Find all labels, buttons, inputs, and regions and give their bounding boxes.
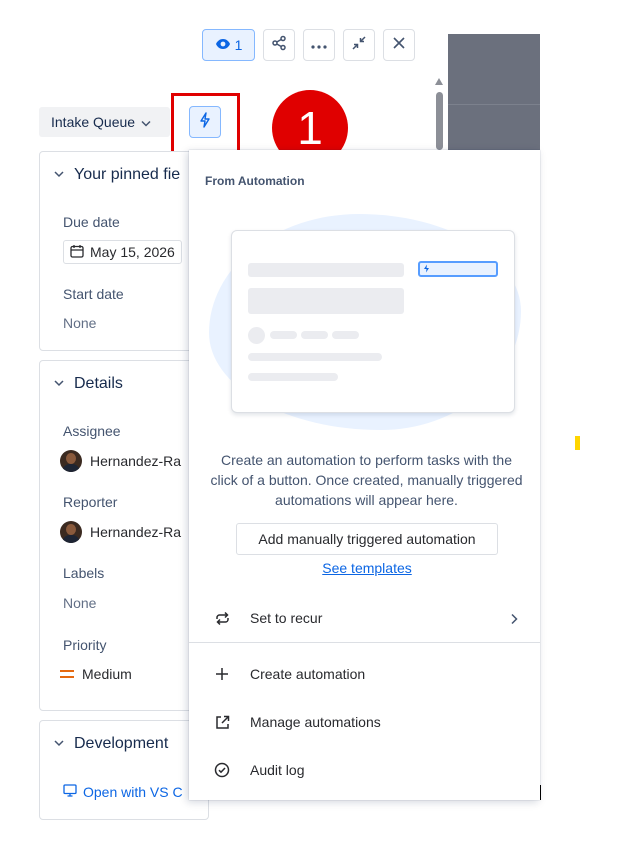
pinned-fields-panel: Your pinned fie Due date May 15, 2026 St… (39, 151, 209, 351)
development-panel: Development Open with VS C (39, 720, 209, 820)
highlight-box (171, 93, 240, 154)
scroll-thumb[interactable] (436, 92, 443, 150)
scrollbar[interactable] (433, 78, 445, 150)
background-panel (448, 34, 540, 150)
plus-icon (213, 665, 231, 683)
avatar (60, 521, 82, 543)
priority-medium-icon (60, 670, 74, 678)
menu-divider (189, 642, 540, 643)
priority-field[interactable]: Medium (60, 666, 132, 682)
priority-label: Priority (63, 637, 107, 653)
queue-dropdown[interactable]: Intake Queue (39, 107, 170, 137)
start-date-value[interactable]: None (63, 315, 96, 331)
close-button[interactable] (383, 29, 415, 61)
details-title: Details (74, 375, 123, 392)
more-button[interactable] (303, 29, 335, 61)
chevron-down-icon (141, 114, 151, 130)
scroll-up-arrow[interactable] (435, 78, 443, 85)
eye-icon (215, 37, 231, 53)
menu-item-set-to-recur[interactable]: Set to recur (189, 598, 540, 638)
collapse-icon (351, 35, 367, 56)
menu-item-label: Audit log (250, 762, 305, 778)
due-date-value: May 15, 2026 (90, 244, 175, 260)
queue-label: Intake Queue (51, 114, 136, 130)
bolt-icon (423, 260, 430, 278)
share-icon (271, 35, 287, 56)
due-date-field[interactable]: May 15, 2026 (63, 240, 182, 264)
assignee-label: Assignee (63, 423, 121, 439)
development-header[interactable]: Development (54, 735, 168, 753)
collapse-button[interactable] (343, 29, 375, 61)
details-header[interactable]: Details (54, 375, 123, 393)
reporter-field[interactable]: Hernandez-Ra (60, 521, 181, 543)
check-circle-icon (213, 761, 231, 779)
assignee-field[interactable]: Hernandez-Ra (60, 450, 181, 472)
labels-label: Labels (63, 565, 105, 581)
recur-icon (213, 609, 231, 627)
popup-description: Create an automation to perform tasks wi… (210, 452, 523, 508)
more-icon (311, 36, 327, 54)
share-button[interactable] (263, 29, 295, 61)
development-title: Development (74, 735, 169, 752)
monitor-icon (63, 784, 77, 800)
automation-popup: From Automation Create an automation to … (189, 150, 540, 800)
labels-value[interactable]: None (63, 595, 96, 611)
popup-heading: From Automation (205, 174, 305, 188)
menu-item-label: Create automation (250, 666, 366, 682)
chevron-down-icon (54, 166, 64, 184)
illustration-chip (418, 261, 498, 277)
vscode-link[interactable]: Open with VS C (63, 784, 183, 800)
chevron-down-icon (54, 375, 64, 393)
menu-item-audit-log[interactable]: Audit log (189, 750, 540, 790)
menu-item-label: Manage automations (250, 714, 381, 730)
see-templates-link[interactable]: See templates (189, 560, 540, 576)
details-panel: Details Assignee Hernandez-Ra Reporter H… (39, 360, 209, 711)
watchers-count: 1 (234, 37, 243, 53)
chevron-down-icon (54, 735, 64, 753)
assignee-value: Hernandez-Ra (90, 453, 182, 469)
menu-item-create-automation[interactable]: Create automation (189, 654, 540, 694)
priority-value: Medium (82, 666, 132, 682)
illustration-card (231, 230, 515, 413)
pinned-fields-header[interactable]: Your pinned fie (54, 166, 180, 184)
calendar-icon (70, 244, 84, 261)
add-manual-automation-button[interactable]: Add manually triggered automation (236, 523, 498, 555)
due-date-label: Due date (63, 214, 120, 230)
reporter-label: Reporter (63, 494, 118, 510)
watch-button[interactable]: 1 (202, 29, 255, 61)
avatar (60, 450, 82, 472)
close-icon (392, 36, 406, 55)
reporter-value: Hernandez-Ra (90, 524, 182, 540)
start-date-label: Start date (63, 286, 124, 302)
vscode-link-label: Open with VS C (83, 784, 183, 800)
menu-item-label: Set to recur (250, 610, 323, 626)
pinned-fields-title: Your pinned fie (74, 166, 181, 183)
external-link-icon (213, 713, 231, 731)
menu-item-manage-automations[interactable]: Manage automations (189, 702, 540, 742)
yellow-marker (575, 436, 580, 450)
chevron-right-icon (510, 612, 518, 628)
text-cursor (540, 785, 541, 800)
